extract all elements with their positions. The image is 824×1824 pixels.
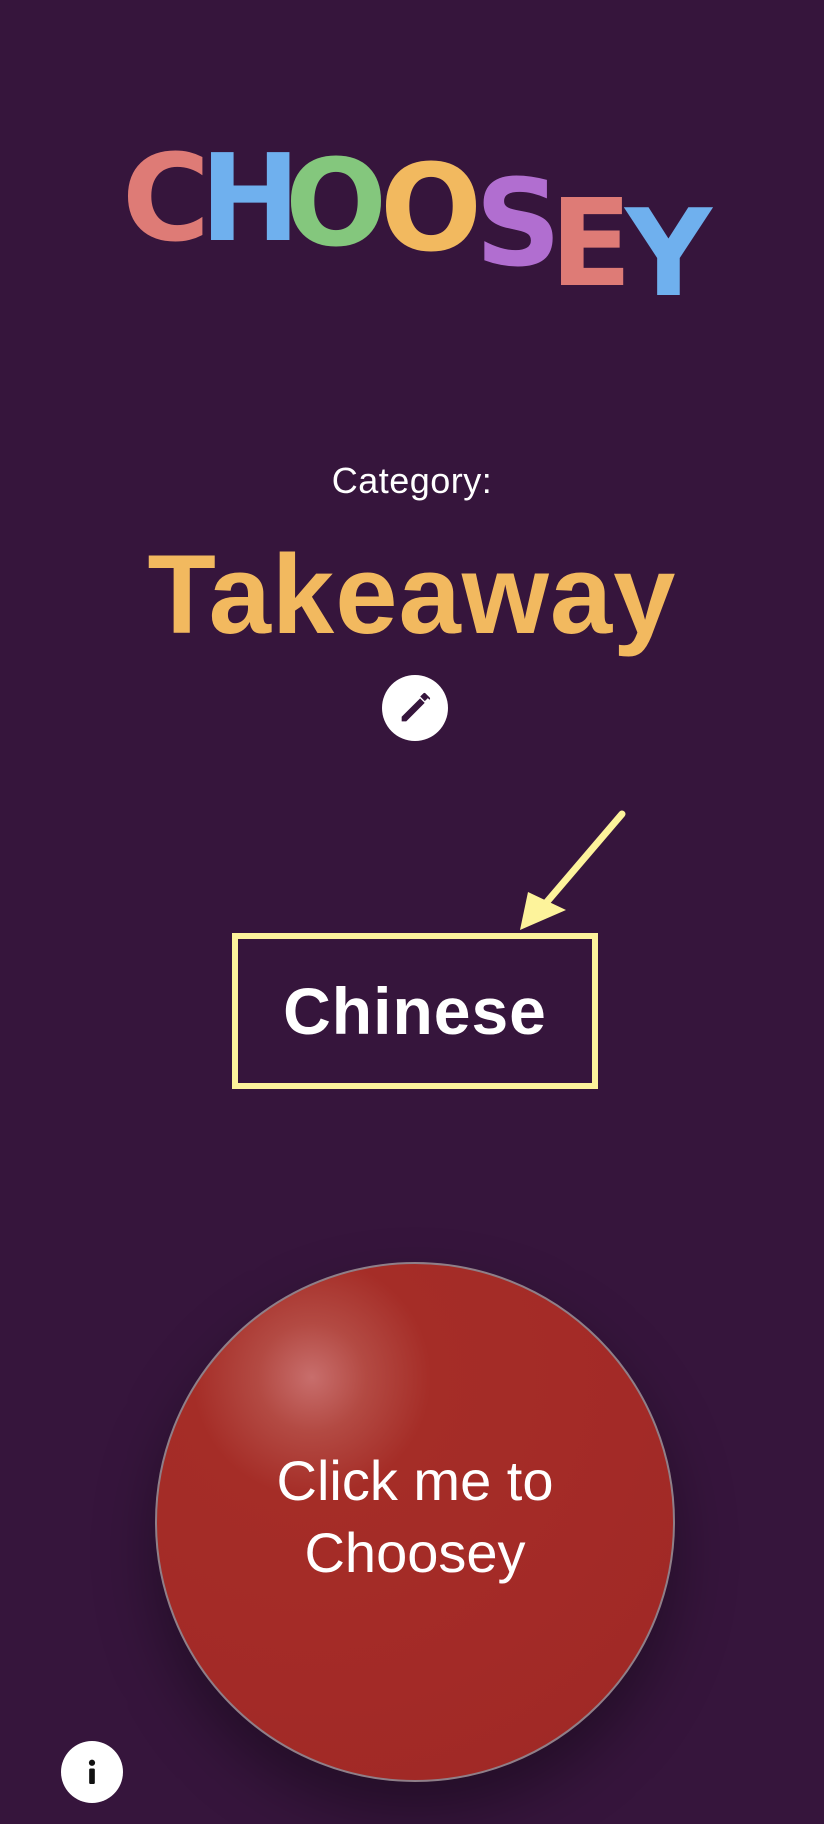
edit-category-button[interactable] (382, 675, 448, 741)
logo-letter-s: S (475, 155, 562, 294)
info-icon (88, 1759, 96, 1785)
logo-letter-e: E (550, 175, 632, 314)
logo-letter-o2: O (380, 140, 483, 279)
choosey-button-label: Click me to Choosey (235, 1445, 595, 1589)
arrow-icon (520, 810, 626, 930)
logo-letter-y: Y (625, 185, 712, 324)
info-button[interactable] (61, 1741, 123, 1803)
app-logo: C H O O S E Y (0, 120, 824, 320)
category-value: Takeaway (147, 532, 677, 657)
category-label: Category: (331, 460, 493, 501)
chosen-result-box: Chinese (232, 933, 598, 1089)
pencil-icon (401, 692, 431, 722)
logo-letter-o1: O (285, 135, 388, 274)
chosen-result: Chinese (283, 974, 547, 1048)
choosey-button-line2: Choosey (304, 1521, 526, 1584)
choosey-button[interactable]: Click me to Choosey (155, 1262, 675, 1782)
choosey-button-line1: Click me to (276, 1449, 554, 1512)
logo-letter-c: C (122, 130, 211, 269)
